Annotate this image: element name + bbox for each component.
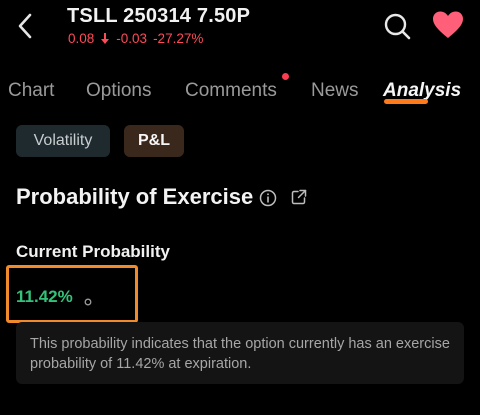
comments-badge bbox=[282, 73, 289, 80]
tab-bar: Chart Options Comments News Analysis bbox=[0, 73, 480, 108]
tab-comments[interactable]: Comments bbox=[185, 80, 277, 102]
current-probability-label: Current Probability bbox=[16, 242, 170, 261]
info-icon bbox=[259, 189, 277, 207]
pl-chip[interactable]: P&L bbox=[124, 125, 184, 157]
heart-icon bbox=[433, 11, 463, 38]
back-chevron-icon bbox=[18, 13, 32, 39]
section-title: Probability of Exercise bbox=[16, 184, 254, 209]
probability-indicator-dot[interactable] bbox=[84, 293, 92, 306]
probability-description: This probability indicates that the opti… bbox=[30, 336, 450, 372]
probability-description-box: This probability indicates that the opti… bbox=[16, 322, 464, 384]
active-tab-indicator bbox=[384, 99, 428, 104]
share-button[interactable] bbox=[291, 189, 307, 205]
tab-news[interactable]: News bbox=[311, 80, 359, 102]
price-change: -0.03 bbox=[116, 31, 148, 46]
info-button[interactable] bbox=[259, 189, 277, 207]
search-icon bbox=[384, 13, 411, 40]
back-button[interactable] bbox=[12, 12, 40, 40]
page-title: TSLL 250314 7.50P bbox=[67, 5, 251, 27]
favorite-button[interactable] bbox=[432, 10, 464, 40]
volatility-chip[interactable]: Volatility bbox=[16, 125, 110, 157]
tab-options[interactable]: Options bbox=[86, 80, 151, 102]
search-button[interactable] bbox=[383, 12, 411, 40]
circle-icon bbox=[84, 298, 92, 306]
quote-line: 0.08 -0.03 -27.27% bbox=[68, 31, 203, 46]
current-probability-value: 11.42% bbox=[16, 287, 73, 306]
price-change-percent: -27.27% bbox=[153, 31, 204, 46]
last-price: 0.08 bbox=[68, 31, 95, 46]
share-icon bbox=[291, 189, 307, 205]
tab-chart[interactable]: Chart bbox=[8, 80, 54, 102]
down-arrow-icon bbox=[101, 32, 110, 44]
